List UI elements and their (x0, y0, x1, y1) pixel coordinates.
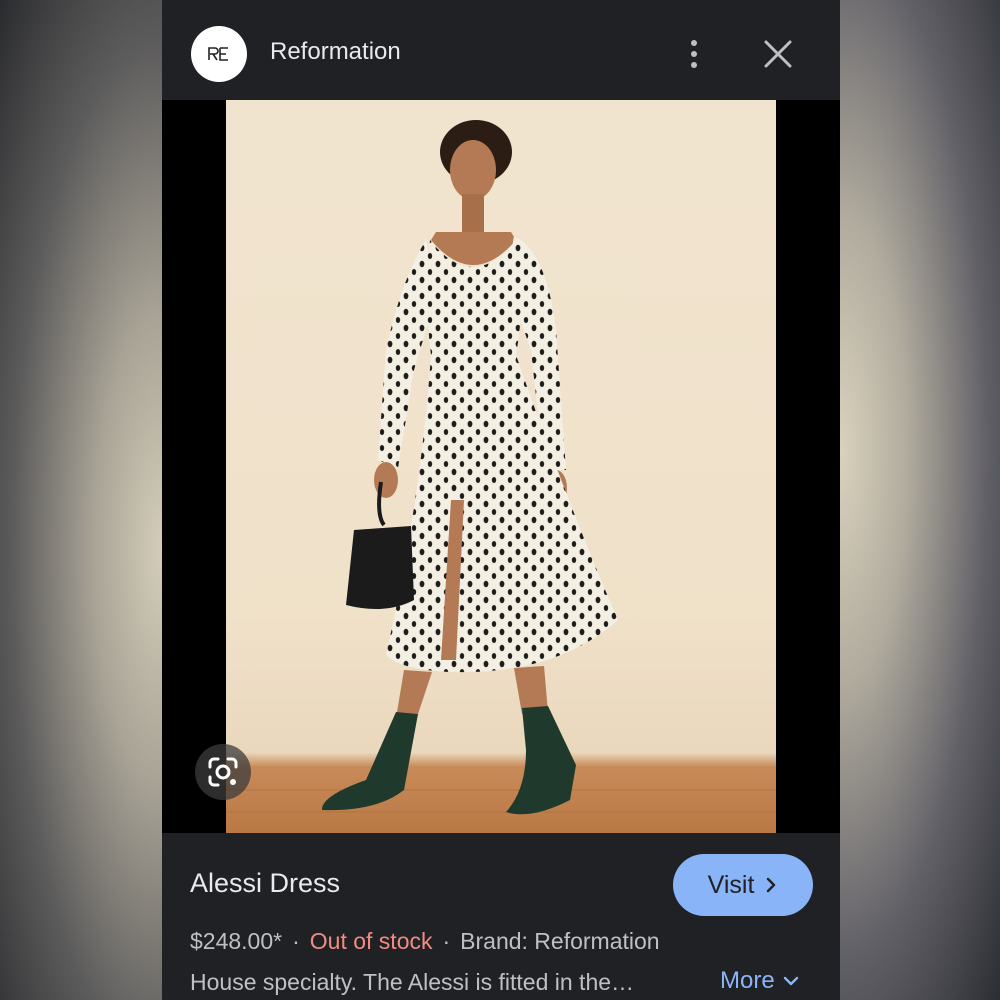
more-label: More (720, 967, 775, 994)
separator: · (292, 928, 300, 954)
product-price: $248.00* (190, 928, 283, 954)
background-right (840, 0, 1000, 1000)
visit-button-label: Visit (707, 870, 755, 899)
header: Reformation (162, 0, 840, 100)
product-description: House specialty. The Alessi is fitted in… (190, 969, 635, 995)
reformation-logo-icon[interactable] (191, 26, 247, 82)
product-brand: Brand: Reformation (460, 928, 660, 954)
site-name[interactable]: Reformation (270, 38, 401, 66)
separator: · (442, 928, 451, 954)
visit-button[interactable]: Visit (673, 854, 813, 916)
close-icon[interactable] (762, 38, 794, 70)
more-button[interactable]: More (720, 967, 799, 995)
product-photo[interactable] (226, 100, 776, 833)
image-viewer (162, 100, 840, 833)
more-vert-icon[interactable] (684, 38, 704, 72)
product-title: Alessi Dress (190, 868, 341, 898)
google-lens-icon (208, 757, 238, 787)
chevron-down-icon (783, 976, 798, 986)
product-meta: $248.00* · Out of stock · Brand: Reformation (190, 928, 660, 955)
stock-status: Out of stock (309, 928, 433, 954)
google-lens-button[interactable] (195, 744, 251, 800)
background-left (0, 0, 162, 1000)
product-sheet: Reformation Alessi Dress Visit $248.00* … (162, 0, 840, 1000)
model-figure (226, 120, 776, 815)
chevron-right-icon (767, 877, 776, 893)
